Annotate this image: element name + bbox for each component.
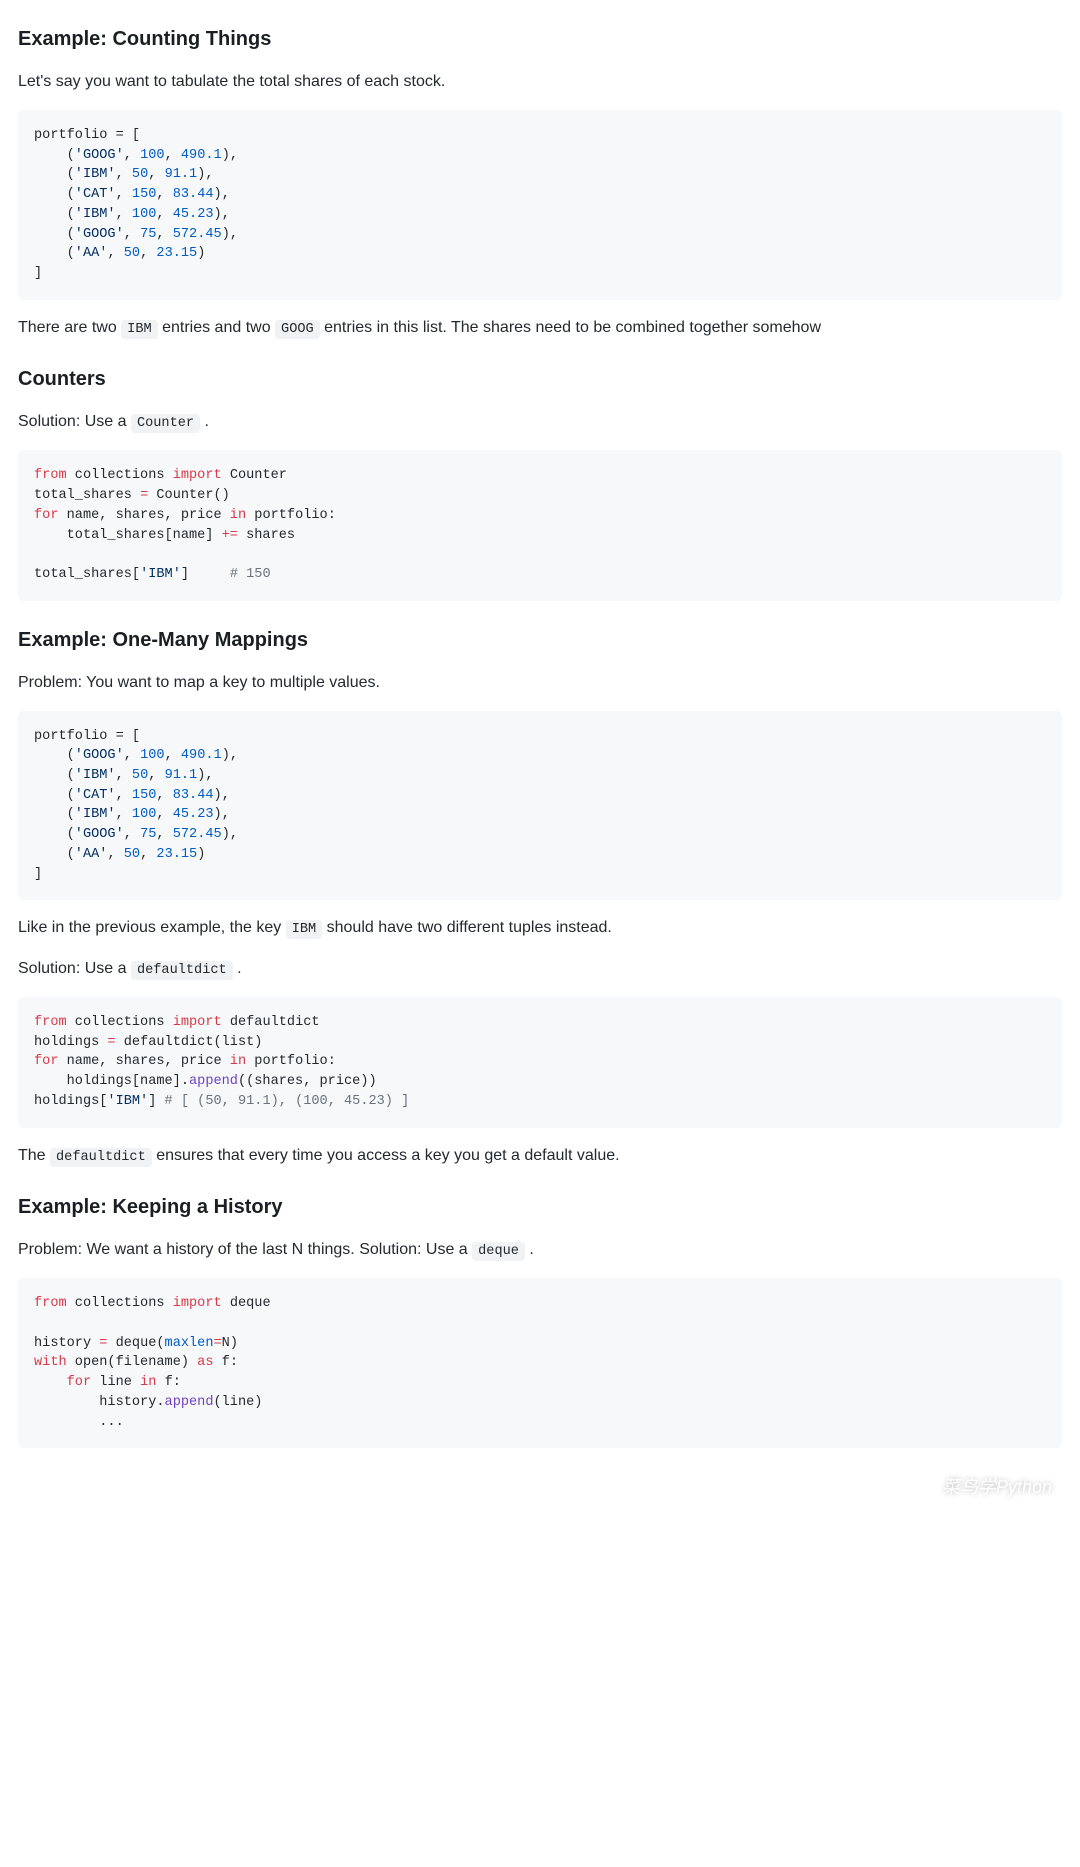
para-history-intro: Problem: We want a history of the last N…: [18, 1238, 1062, 1262]
heading-counters: Counters: [18, 364, 1062, 394]
code-deque: from collections import deque history = …: [18, 1278, 1062, 1448]
code-inline-deque: deque: [472, 1242, 525, 1261]
heading-history: Example: Keeping a History: [18, 1192, 1062, 1222]
code-portfolio-2: portfolio = [ ('GOOG', 100, 490.1), ('IB…: [18, 711, 1062, 901]
heading-counting: Example: Counting Things: [18, 24, 1062, 54]
code-inline-counter: Counter: [131, 414, 200, 433]
para-onemany-sol: Solution: Use a defaultdict .: [18, 957, 1062, 981]
heading-onemany: Example: One-Many Mappings: [18, 625, 1062, 655]
code-defaultdict: from collections import defaultdict hold…: [18, 997, 1062, 1128]
code-inline-defaultdict: defaultdict: [131, 961, 233, 980]
para-onemany-intro: Problem: You want to map a key to multip…: [18, 671, 1062, 695]
code-portfolio-1: portfolio = [ ('GOOG', 100, 490.1), ('IB…: [18, 110, 1062, 300]
wechat-icon: [904, 1468, 934, 1506]
code-counter: from collections import Counter total_sh…: [18, 450, 1062, 600]
para-onemany-after2: The defaultdict ensures that every time …: [18, 1144, 1062, 1168]
para-counting-after: There are two IBM entries and two GOOG e…: [18, 316, 1062, 340]
code-inline-ibm-2: IBM: [286, 920, 322, 939]
code-inline-defaultdict-2: defaultdict: [50, 1148, 152, 1167]
para-onemany-after: Like in the previous example, the key IB…: [18, 916, 1062, 940]
code-inline-goog: GOOG: [275, 320, 320, 339]
code-inline-ibm: IBM: [121, 320, 157, 339]
para-counting-intro: Let's say you want to tabulate the total…: [18, 70, 1062, 94]
watermark: 菜鸟学Python: [904, 1468, 1052, 1506]
watermark-text: 菜鸟学Python: [942, 1474, 1052, 1501]
para-counters-intro: Solution: Use a Counter .: [18, 410, 1062, 434]
